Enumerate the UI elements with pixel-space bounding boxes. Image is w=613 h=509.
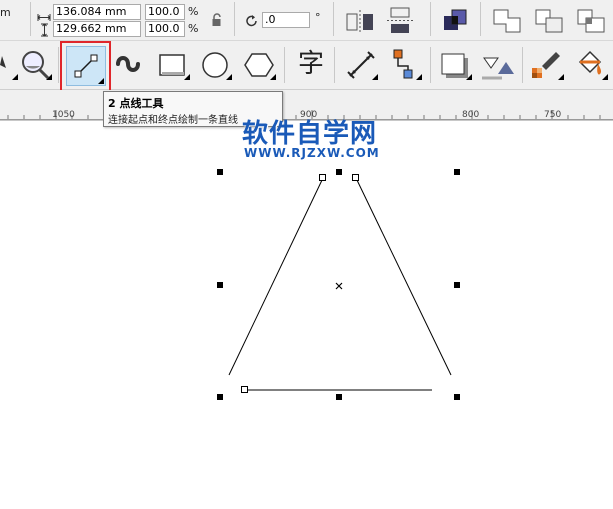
artistic-media-tool-icon[interactable]	[110, 46, 148, 84]
selection-handle-top-center[interactable]	[336, 169, 342, 175]
drop-shadow-tool-icon[interactable]	[436, 46, 474, 84]
tool-highlight-box	[60, 41, 111, 92]
fill-tool-icon[interactable]	[572, 46, 610, 84]
selection-handle-top-left[interactable]	[217, 169, 223, 175]
selection-handle-top-right[interactable]	[454, 169, 460, 175]
separator	[430, 47, 431, 83]
triangle-left-line	[228, 177, 324, 376]
dimension-tool-icon[interactable]	[342, 46, 380, 84]
unit-fragment: m	[0, 6, 11, 19]
width-field[interactable]: 136.084 mm	[53, 4, 141, 20]
separator	[522, 47, 523, 83]
path-node[interactable]	[319, 174, 326, 181]
separator	[58, 47, 59, 83]
rectangle-tool-icon[interactable]	[154, 46, 192, 84]
percent-x-label: %	[188, 5, 199, 18]
eyedropper-tool-icon[interactable]	[528, 46, 566, 84]
ruler-tick-label: 1050	[52, 110, 75, 120]
ellipse-tool-icon[interactable]	[196, 46, 234, 84]
height-field[interactable]: 129.662 mm	[53, 21, 141, 37]
selection-handle-bottom-center[interactable]	[336, 394, 342, 400]
trim-icon[interactable]	[532, 6, 566, 36]
scale-y-field[interactable]: 100.0	[145, 21, 185, 37]
triangle-right-line	[355, 177, 452, 376]
path-node[interactable]	[352, 174, 359, 181]
percent-y-label: %	[188, 22, 199, 35]
degree-label: °	[315, 11, 321, 24]
intersect-icon[interactable]	[574, 6, 608, 36]
separator	[334, 47, 335, 83]
selection-handle-bottom-right[interactable]	[454, 394, 460, 400]
mirror-horizontal-icon[interactable]	[345, 6, 377, 36]
ruler-tick-label: 800	[462, 110, 480, 120]
tooltip-title: 2 点线工具	[108, 97, 164, 110]
polygon-tool-icon[interactable]	[240, 46, 278, 84]
combine-icon[interactable]	[440, 6, 472, 36]
separator	[284, 47, 285, 83]
separator	[234, 2, 235, 36]
zoom-tool-icon[interactable]	[16, 46, 54, 84]
path-node[interactable]	[241, 386, 248, 393]
separator	[480, 2, 481, 36]
separator	[430, 2, 431, 36]
weld-icon[interactable]	[490, 6, 524, 36]
ruler-tick-label: 750	[544, 110, 562, 120]
height-icon	[40, 22, 49, 37]
separator	[30, 2, 31, 36]
rotation-field[interactable]: .0	[262, 12, 310, 28]
scale-x-field[interactable]: 100.0	[145, 4, 185, 20]
transparency-tool-icon[interactable]	[478, 46, 516, 84]
watermark-title: 软件自学网	[242, 119, 378, 149]
selection-handle-bottom-left[interactable]	[217, 394, 223, 400]
watermark-url: WWW.RJZXW.COM	[244, 146, 380, 160]
center-marker	[335, 282, 343, 290]
rotate-icon	[245, 13, 259, 27]
mirror-vertical-icon[interactable]	[385, 6, 417, 36]
property-bar: m 136.084 mm 129.662 mm 100.0 % 100.0 % …	[0, 0, 613, 41]
text-tool-icon[interactable]: 字	[292, 46, 330, 84]
width-icon	[37, 7, 51, 21]
separator	[333, 2, 334, 36]
selection-handle-middle-right[interactable]	[454, 282, 460, 288]
connector-tool-icon[interactable]	[386, 46, 424, 84]
selection-handle-middle-left[interactable]	[217, 282, 223, 288]
lock-ratio-icon[interactable]	[211, 12, 223, 26]
